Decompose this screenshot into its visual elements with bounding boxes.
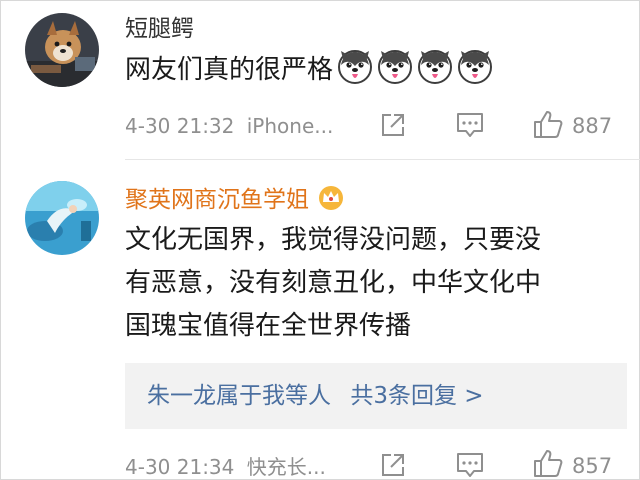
- husky-face-emoji: [418, 50, 453, 84]
- comment-text: 文化无国界，我觉得没问题，只要没 有恶意，没有刻意丑化，中华文化中 国瑰宝值得在…: [125, 219, 541, 348]
- comment-icon[interactable]: [456, 112, 484, 138]
- timestamp: 4-30 21:34: [125, 455, 235, 479]
- comment-text-body: 网友们真的很严格: [125, 55, 334, 85]
- underwater-avatar-icon: [25, 181, 99, 255]
- comment-text-line: 有恶意，没有刻意丑化，中华文化中: [125, 268, 542, 298]
- divider: [125, 159, 640, 160]
- like-icon[interactable]: [533, 109, 563, 139]
- reply-author[interactable]: 朱一龙属于我等人: [147, 383, 331, 409]
- share-icon[interactable]: [380, 112, 406, 138]
- reply-preview-text[interactable]: 朱一龙属于我等人 共3条回复 >: [147, 381, 484, 411]
- emoji-row: [333, 50, 493, 85]
- username[interactable]: 短腿鳄: [125, 15, 194, 43]
- crown-badge-icon: [319, 186, 344, 210]
- username-text: 聚英网商沉鱼学姐: [125, 187, 309, 213]
- share-icon[interactable]: [380, 452, 406, 478]
- comment-list: 短腿鳄 网友们真的很严格 4-30 21:32 iPhone... 887 聚英…: [0, 0, 640, 480]
- like-count: 887: [572, 114, 613, 138]
- comment-text-line: 国瑰宝值得在全世界传播: [125, 311, 412, 341]
- husky-face-emoji: [458, 50, 493, 84]
- comment-icon[interactable]: [456, 452, 484, 478]
- comment-text-line: 文化无国界，我觉得没问题，只要没: [125, 225, 542, 255]
- source-device: iPhone...: [246, 114, 334, 138]
- husky-face-emoji: [338, 50, 373, 84]
- dog-avatar-icon: [25, 13, 99, 87]
- reply-preview[interactable]: 朱一龙属于我等人 共3条回复 >: [125, 363, 627, 429]
- timestamp: 4-30 21:32: [125, 114, 235, 138]
- like-icon[interactable]: [533, 448, 563, 478]
- comment-meta: 4-30 21:32 iPhone...: [125, 114, 333, 138]
- comment-meta: 4-30 21:34 快充长...: [125, 455, 326, 479]
- like-count: 857: [572, 454, 613, 478]
- source-device: 快充长...: [246, 455, 326, 479]
- username[interactable]: 聚英网商沉鱼学姐: [125, 185, 344, 214]
- reply-count-link[interactable]: 共3条回复 >: [350, 383, 483, 409]
- comment-text: 网友们真的很严格: [125, 49, 493, 92]
- avatar[interactable]: [25, 13, 99, 87]
- husky-face-emoji: [378, 50, 413, 84]
- avatar[interactable]: [25, 181, 99, 255]
